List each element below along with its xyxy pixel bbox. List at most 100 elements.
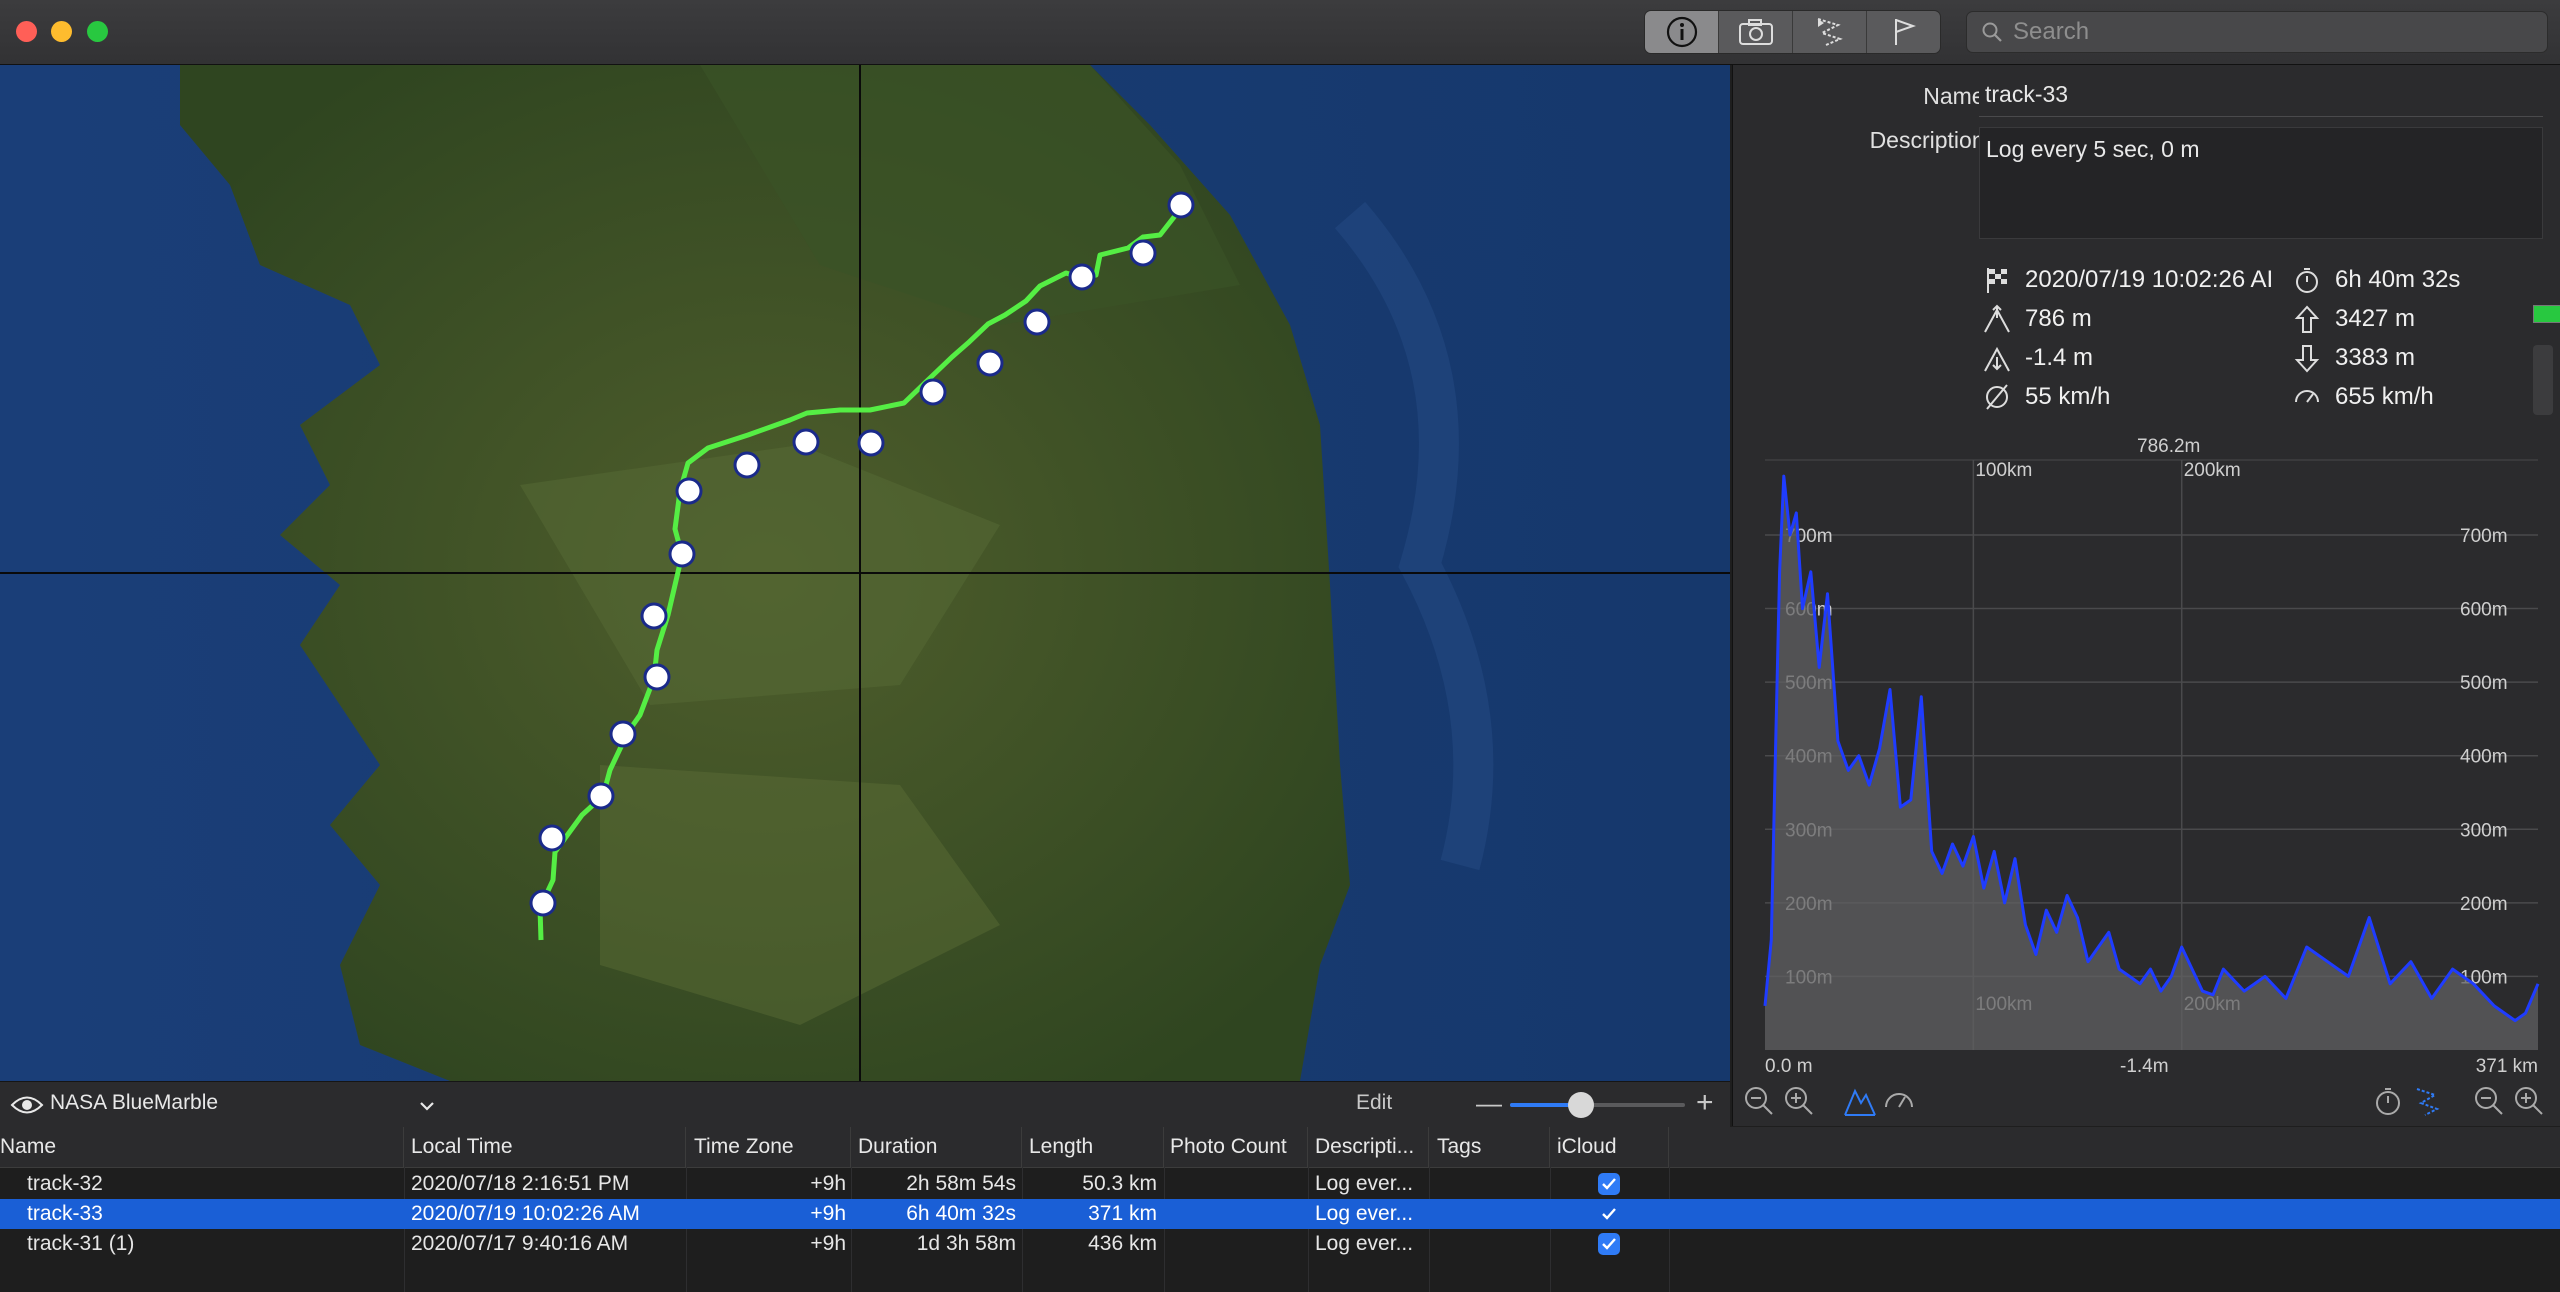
track-icon xyxy=(1817,18,1843,46)
ascent-stat: 3427 m xyxy=(2293,304,2415,334)
tracks-tab-button[interactable] xyxy=(1793,11,1867,53)
col-time-zone-header[interactable]: Time Zone xyxy=(694,1127,851,1167)
map-view[interactable] xyxy=(0,65,1730,1081)
table-row-selected[interactable]: track-33 2020/07/19 10:02:26 AM +9h 6h 4… xyxy=(0,1199,2560,1229)
avg-speed-stat: 55 km/h xyxy=(1983,382,2110,412)
ascent-value: 3427 m xyxy=(2335,305,2416,332)
tracks-table: Name Local Time Time Zone Duration Lengt… xyxy=(0,1127,2560,1292)
zoom-out-time-icon[interactable] xyxy=(2473,1085,2505,1117)
row-local-time: 2020/07/17 9:40:16 AM xyxy=(411,1232,629,1255)
search-placeholder: Search xyxy=(2013,18,2090,45)
table-row[interactable]: track-32 2020/07/18 2:16:51 PM +9h 2h 58… xyxy=(0,1169,2560,1199)
col-local-time-header[interactable]: Local Time xyxy=(411,1127,686,1167)
col-name-header[interactable]: Name xyxy=(0,1127,404,1167)
distance-axis-icon[interactable] xyxy=(2413,1085,2443,1117)
description-field[interactable]: Log every 5 sec, 0 m xyxy=(1979,127,2543,239)
track-color-swatch[interactable] xyxy=(2533,305,2560,323)
photos-tab-button[interactable] xyxy=(1719,11,1793,53)
col-duration-header[interactable]: Duration xyxy=(858,1127,1022,1167)
min-elevation-value: -1.4 m xyxy=(2025,344,2094,371)
close-window-button[interactable] xyxy=(16,21,37,42)
map-zoom-slider-knob[interactable] xyxy=(1568,1092,1594,1118)
map-zoom-slider[interactable] xyxy=(1510,1092,1685,1118)
zoom-out-chart-icon[interactable] xyxy=(1743,1085,1775,1117)
row-local-time: 2020/07/19 10:02:26 AM xyxy=(411,1202,640,1225)
elevation-area xyxy=(1765,476,2538,1051)
checkered-flag-icon xyxy=(1987,268,2007,293)
row-duration: 6h 40m 32s xyxy=(906,1202,1016,1225)
row-photo-count xyxy=(1170,1169,1305,1199)
row-tags xyxy=(1437,1169,1547,1199)
duration-stat: 6h 40m 32s xyxy=(2293,265,2460,295)
row-length: 436 km xyxy=(1088,1232,1157,1255)
info-icon xyxy=(1666,16,1697,48)
row-time-zone: +9h xyxy=(810,1172,846,1195)
title-bar: Search xyxy=(0,0,2560,65)
zoom-out-button[interactable]: — xyxy=(1476,1088,1502,1119)
min-elevation-icon xyxy=(1984,346,2010,372)
chevron-down-icon[interactable] xyxy=(418,1100,436,1112)
max-speed-stat: 655 km/h xyxy=(2293,382,2434,412)
map-layer-bar: NASA BlueMarble Edit — + xyxy=(0,1081,1730,1128)
arrow-up-icon xyxy=(2294,305,2320,333)
elevation-chart[interactable]: 700m700m600m600m500m500m400m400m300m300m… xyxy=(1755,430,2550,1080)
speed-mode-icon[interactable] xyxy=(1883,1085,1915,1115)
icloud-checkbox[interactable] xyxy=(1598,1173,1620,1195)
table-row[interactable]: track-31 (1) 2020/07/17 9:40:16 AM +9h 1… xyxy=(0,1229,2560,1259)
row-time-zone: +9h xyxy=(810,1202,846,1225)
row-duration: 2h 58m 54s xyxy=(906,1172,1016,1195)
col-length-header[interactable]: Length xyxy=(1029,1127,1164,1167)
row-name: track-31 (1) xyxy=(27,1232,135,1255)
y-tick-label-right: 200m xyxy=(2460,894,2508,915)
row-tags xyxy=(1437,1229,1547,1259)
min-label: -1.4m xyxy=(2120,1056,2169,1077)
y-tick-label-right: 600m xyxy=(2460,600,2508,621)
elevation-mode-icon[interactable] xyxy=(1843,1085,1877,1117)
icloud-checkbox[interactable] xyxy=(1598,1233,1620,1255)
peak-label: 786.2m xyxy=(2137,436,2200,457)
icloud-checkbox[interactable] xyxy=(1598,1203,1620,1225)
name-field[interactable]: track-33 xyxy=(1979,73,2543,117)
eye-icon[interactable] xyxy=(10,1094,44,1116)
zoom-in-time-icon[interactable] xyxy=(2513,1085,2545,1117)
row-description: Log ever... xyxy=(1315,1202,1414,1225)
arrow-down-icon xyxy=(2294,345,2320,373)
start-time-stat: 2020/07/19 10:02:26 AI xyxy=(1983,265,2301,295)
minimize-window-button[interactable] xyxy=(51,21,72,42)
row-length: 371 km xyxy=(1088,1202,1157,1225)
zoom-in-button[interactable]: + xyxy=(1696,1086,1714,1120)
row-time-zone: +9h xyxy=(810,1232,846,1255)
col-tags-header[interactable]: Tags xyxy=(1437,1127,1550,1167)
search-field[interactable]: Search xyxy=(1966,11,2548,53)
checkmark-icon xyxy=(1602,1238,1616,1250)
max-elevation-value: 786 m xyxy=(2025,305,2092,332)
col-icloud-header[interactable]: iCloud xyxy=(1557,1127,1669,1167)
time-axis-icon[interactable] xyxy=(2373,1085,2403,1117)
zoom-window-button[interactable] xyxy=(87,21,108,42)
edit-button[interactable]: Edit xyxy=(1356,1091,1392,1115)
map-layer-name[interactable]: NASA BlueMarble xyxy=(50,1091,218,1115)
x-start-label: 0.0 m xyxy=(1765,1056,1813,1077)
info-tab-button[interactable] xyxy=(1645,11,1719,53)
checkmark-icon xyxy=(1602,1178,1616,1190)
zoom-in-chart-icon[interactable] xyxy=(1783,1085,1815,1117)
min-elevation-stat: -1.4 m xyxy=(1983,343,2093,373)
descent-stat: 3383 m xyxy=(2293,343,2415,373)
col-photo-count-header[interactable]: Photo Count xyxy=(1170,1127,1308,1167)
max-elevation-stat: 786 m xyxy=(1983,304,2092,334)
row-description: Log ever... xyxy=(1315,1172,1414,1195)
panel-scrollbar[interactable] xyxy=(2533,345,2553,415)
description-label: Description: xyxy=(1869,127,1991,153)
max-elevation-icon xyxy=(1984,304,2010,333)
duration-value: 6h 40m 32s xyxy=(2335,266,2461,293)
y-tick-label-right: 400m xyxy=(2460,747,2508,768)
col-description-header[interactable]: Descripti... xyxy=(1315,1127,1429,1167)
x-end-label: 371 km xyxy=(2476,1056,2538,1077)
speedometer-icon xyxy=(2295,390,2319,403)
average-icon xyxy=(1986,384,2008,410)
avg-speed-value: 55 km/h xyxy=(2025,383,2111,410)
row-tags xyxy=(1437,1199,1547,1229)
y-tick-label-right: 700m xyxy=(2460,526,2508,547)
table-header: Name Local Time Time Zone Duration Lengt… xyxy=(0,1127,2560,1168)
waypoints-tab-button[interactable] xyxy=(1867,11,1940,53)
